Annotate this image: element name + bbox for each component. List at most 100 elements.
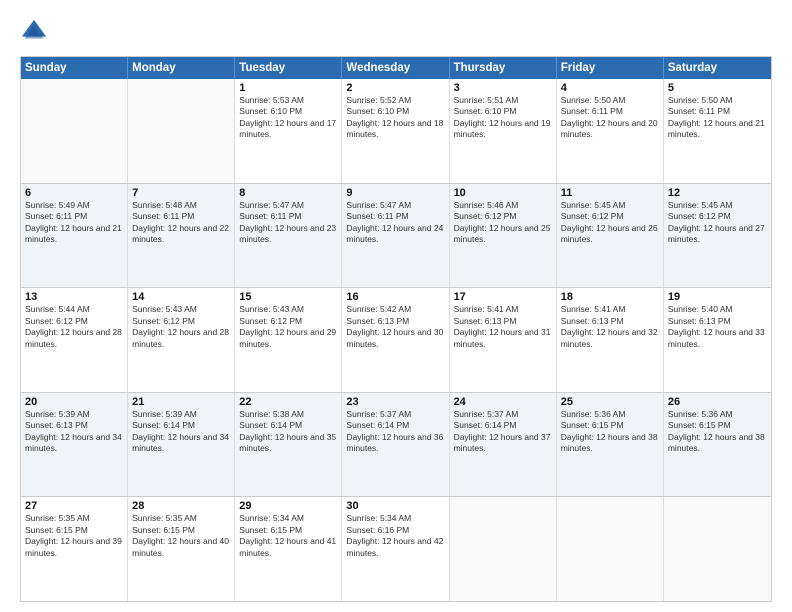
cell-info: Sunrise: 5:50 AM Sunset: 6:11 PM Dayligh…	[561, 95, 659, 141]
cell-info: Sunrise: 5:38 AM Sunset: 6:14 PM Dayligh…	[239, 409, 337, 455]
calendar-cell-4-5	[557, 497, 664, 601]
calendar-cell-1-0: 6Sunrise: 5:49 AM Sunset: 6:11 PM Daylig…	[21, 184, 128, 288]
day-number: 23	[346, 396, 444, 408]
cell-info: Sunrise: 5:34 AM Sunset: 6:16 PM Dayligh…	[346, 513, 444, 559]
calendar-cell-3-6: 26Sunrise: 5:36 AM Sunset: 6:15 PM Dayli…	[664, 393, 771, 497]
day-number: 22	[239, 396, 337, 408]
day-number: 16	[346, 291, 444, 303]
day-number: 21	[132, 396, 230, 408]
header-friday: Friday	[557, 57, 664, 79]
header-saturday: Saturday	[664, 57, 771, 79]
calendar-cell-3-1: 21Sunrise: 5:39 AM Sunset: 6:14 PM Dayli…	[128, 393, 235, 497]
cell-info: Sunrise: 5:45 AM Sunset: 6:12 PM Dayligh…	[668, 200, 767, 246]
cell-info: Sunrise: 5:39 AM Sunset: 6:13 PM Dayligh…	[25, 409, 123, 455]
day-number: 29	[239, 500, 337, 512]
cell-info: Sunrise: 5:46 AM Sunset: 6:12 PM Dayligh…	[454, 200, 552, 246]
cell-info: Sunrise: 5:43 AM Sunset: 6:12 PM Dayligh…	[239, 304, 337, 350]
day-number: 18	[561, 291, 659, 303]
cell-info: Sunrise: 5:41 AM Sunset: 6:13 PM Dayligh…	[454, 304, 552, 350]
cell-info: Sunrise: 5:34 AM Sunset: 6:15 PM Dayligh…	[239, 513, 337, 559]
calendar-row-4: 27Sunrise: 5:35 AM Sunset: 6:15 PM Dayli…	[21, 497, 771, 601]
calendar-cell-0-1	[128, 79, 235, 183]
header-thursday: Thursday	[450, 57, 557, 79]
calendar-cell-2-0: 13Sunrise: 5:44 AM Sunset: 6:12 PM Dayli…	[21, 288, 128, 392]
cell-info: Sunrise: 5:40 AM Sunset: 6:13 PM Dayligh…	[668, 304, 767, 350]
calendar-header: SundayMondayTuesdayWednesdayThursdayFrid…	[21, 57, 771, 79]
cell-info: Sunrise: 5:37 AM Sunset: 6:14 PM Dayligh…	[454, 409, 552, 455]
calendar-row-2: 13Sunrise: 5:44 AM Sunset: 6:12 PM Dayli…	[21, 288, 771, 393]
calendar-row-3: 20Sunrise: 5:39 AM Sunset: 6:13 PM Dayli…	[21, 393, 771, 498]
cell-info: Sunrise: 5:36 AM Sunset: 6:15 PM Dayligh…	[561, 409, 659, 455]
day-number: 8	[239, 187, 337, 199]
cell-info: Sunrise: 5:41 AM Sunset: 6:13 PM Dayligh…	[561, 304, 659, 350]
cell-info: Sunrise: 5:47 AM Sunset: 6:11 PM Dayligh…	[239, 200, 337, 246]
calendar-cell-2-1: 14Sunrise: 5:43 AM Sunset: 6:12 PM Dayli…	[128, 288, 235, 392]
day-number: 9	[346, 187, 444, 199]
day-number: 7	[132, 187, 230, 199]
cell-info: Sunrise: 5:35 AM Sunset: 6:15 PM Dayligh…	[132, 513, 230, 559]
calendar-cell-3-4: 24Sunrise: 5:37 AM Sunset: 6:14 PM Dayli…	[450, 393, 557, 497]
cell-info: Sunrise: 5:47 AM Sunset: 6:11 PM Dayligh…	[346, 200, 444, 246]
day-number: 15	[239, 291, 337, 303]
calendar-cell-4-4	[450, 497, 557, 601]
day-number: 14	[132, 291, 230, 303]
calendar-cell-0-4: 3Sunrise: 5:51 AM Sunset: 6:10 PM Daylig…	[450, 79, 557, 183]
day-number: 28	[132, 500, 230, 512]
calendar-cell-2-6: 19Sunrise: 5:40 AM Sunset: 6:13 PM Dayli…	[664, 288, 771, 392]
calendar-cell-1-1: 7Sunrise: 5:48 AM Sunset: 6:11 PM Daylig…	[128, 184, 235, 288]
header-monday: Monday	[128, 57, 235, 79]
day-number: 11	[561, 187, 659, 199]
day-number: 13	[25, 291, 123, 303]
day-number: 10	[454, 187, 552, 199]
calendar-cell-4-3: 30Sunrise: 5:34 AM Sunset: 6:16 PM Dayli…	[342, 497, 449, 601]
calendar-cell-1-5: 11Sunrise: 5:45 AM Sunset: 6:12 PM Dayli…	[557, 184, 664, 288]
calendar-cell-4-0: 27Sunrise: 5:35 AM Sunset: 6:15 PM Dayli…	[21, 497, 128, 601]
cell-info: Sunrise: 5:52 AM Sunset: 6:10 PM Dayligh…	[346, 95, 444, 141]
calendar-cell-3-3: 23Sunrise: 5:37 AM Sunset: 6:14 PM Dayli…	[342, 393, 449, 497]
logo	[20, 18, 52, 46]
cell-info: Sunrise: 5:36 AM Sunset: 6:15 PM Dayligh…	[668, 409, 767, 455]
header-tuesday: Tuesday	[235, 57, 342, 79]
calendar: SundayMondayTuesdayWednesdayThursdayFrid…	[20, 56, 772, 602]
header-sunday: Sunday	[21, 57, 128, 79]
logo-icon	[20, 18, 48, 46]
calendar-row-1: 6Sunrise: 5:49 AM Sunset: 6:11 PM Daylig…	[21, 184, 771, 289]
cell-info: Sunrise: 5:48 AM Sunset: 6:11 PM Dayligh…	[132, 200, 230, 246]
cell-info: Sunrise: 5:43 AM Sunset: 6:12 PM Dayligh…	[132, 304, 230, 350]
header-wednesday: Wednesday	[342, 57, 449, 79]
cell-info: Sunrise: 5:35 AM Sunset: 6:15 PM Dayligh…	[25, 513, 123, 559]
cell-info: Sunrise: 5:45 AM Sunset: 6:12 PM Dayligh…	[561, 200, 659, 246]
day-number: 3	[454, 82, 552, 94]
calendar-cell-2-2: 15Sunrise: 5:43 AM Sunset: 6:12 PM Dayli…	[235, 288, 342, 392]
calendar-cell-1-2: 8Sunrise: 5:47 AM Sunset: 6:11 PM Daylig…	[235, 184, 342, 288]
day-number: 24	[454, 396, 552, 408]
page-header	[20, 18, 772, 46]
calendar-cell-4-1: 28Sunrise: 5:35 AM Sunset: 6:15 PM Dayli…	[128, 497, 235, 601]
cell-info: Sunrise: 5:51 AM Sunset: 6:10 PM Dayligh…	[454, 95, 552, 141]
day-number: 27	[25, 500, 123, 512]
calendar-cell-2-4: 17Sunrise: 5:41 AM Sunset: 6:13 PM Dayli…	[450, 288, 557, 392]
day-number: 2	[346, 82, 444, 94]
calendar-cell-0-6: 5Sunrise: 5:50 AM Sunset: 6:11 PM Daylig…	[664, 79, 771, 183]
cell-info: Sunrise: 5:39 AM Sunset: 6:14 PM Dayligh…	[132, 409, 230, 455]
calendar-cell-3-2: 22Sunrise: 5:38 AM Sunset: 6:14 PM Dayli…	[235, 393, 342, 497]
day-number: 6	[25, 187, 123, 199]
calendar-cell-4-2: 29Sunrise: 5:34 AM Sunset: 6:15 PM Dayli…	[235, 497, 342, 601]
day-number: 12	[668, 187, 767, 199]
calendar-cell-3-5: 25Sunrise: 5:36 AM Sunset: 6:15 PM Dayli…	[557, 393, 664, 497]
cell-info: Sunrise: 5:44 AM Sunset: 6:12 PM Dayligh…	[25, 304, 123, 350]
calendar-body: 1Sunrise: 5:53 AM Sunset: 6:10 PM Daylig…	[21, 79, 771, 601]
calendar-cell-2-5: 18Sunrise: 5:41 AM Sunset: 6:13 PM Dayli…	[557, 288, 664, 392]
day-number: 5	[668, 82, 767, 94]
day-number: 4	[561, 82, 659, 94]
calendar-cell-0-0	[21, 79, 128, 183]
cell-info: Sunrise: 5:50 AM Sunset: 6:11 PM Dayligh…	[668, 95, 767, 141]
calendar-cell-1-6: 12Sunrise: 5:45 AM Sunset: 6:12 PM Dayli…	[664, 184, 771, 288]
calendar-cell-0-3: 2Sunrise: 5:52 AM Sunset: 6:10 PM Daylig…	[342, 79, 449, 183]
cell-info: Sunrise: 5:49 AM Sunset: 6:11 PM Dayligh…	[25, 200, 123, 246]
day-number: 19	[668, 291, 767, 303]
calendar-cell-4-6	[664, 497, 771, 601]
calendar-cell-1-4: 10Sunrise: 5:46 AM Sunset: 6:12 PM Dayli…	[450, 184, 557, 288]
calendar-cell-0-2: 1Sunrise: 5:53 AM Sunset: 6:10 PM Daylig…	[235, 79, 342, 183]
day-number: 30	[346, 500, 444, 512]
